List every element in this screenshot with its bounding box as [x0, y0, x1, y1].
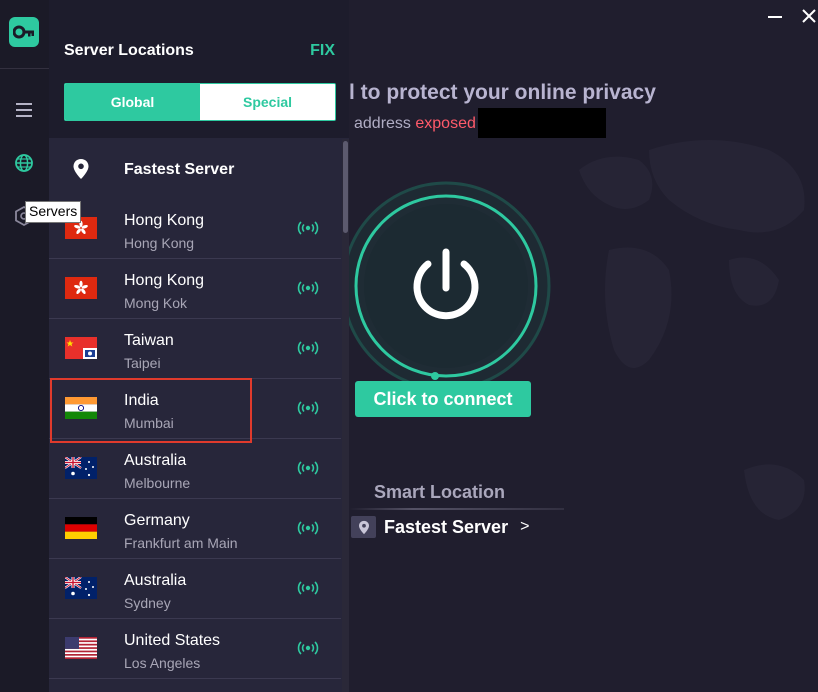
server-city: Mumbai: [124, 415, 174, 431]
server-country: Australia: [124, 572, 187, 589]
server-row[interactable]: India Mumbai: [49, 379, 341, 439]
location-pin-icon: [351, 516, 376, 538]
in-flag-icon: [65, 397, 97, 419]
tab-global[interactable]: Global: [65, 84, 200, 120]
key-icon: [13, 25, 34, 39]
server-city: Sydney: [124, 595, 171, 611]
menu-button[interactable]: [12, 98, 36, 122]
signal-icon: [297, 221, 319, 235]
server-list: Hong Kong Hong Kong Hong Kong Mong Kok T…: [49, 199, 341, 679]
server-city: Mong Kok: [124, 295, 188, 311]
power-button[interactable]: [349, 180, 552, 392]
smart-location-selector[interactable]: Fastest Server >: [351, 516, 529, 538]
rail-divider: [0, 68, 49, 69]
tab-special[interactable]: Special: [200, 84, 335, 120]
smart-server-name: Fastest Server: [384, 516, 509, 537]
server-list-scrollbar[interactable]: [342, 139, 349, 692]
server-country: India: [124, 392, 159, 409]
servers-nav-button[interactable]: [12, 151, 36, 175]
smart-location-label: Smart Location: [374, 482, 506, 502]
scrollbar-thumb[interactable]: [343, 141, 348, 233]
server-city: Frankfurt am Main: [124, 535, 238, 551]
fix-button[interactable]: FIX: [310, 42, 335, 60]
server-country: Australia: [124, 452, 187, 469]
tw-flag-icon: [65, 337, 97, 359]
server-country: Hong Kong: [124, 272, 205, 289]
panel-title: Server Locations: [64, 42, 194, 59]
server-row[interactable]: Hong Kong Mong Kok: [49, 259, 341, 319]
hamburger-icon: [16, 103, 32, 117]
server-city: Taipei: [124, 355, 161, 371]
de-flag-icon: [65, 517, 97, 539]
server-type-tabs: Global Special: [64, 83, 336, 121]
signal-icon: [297, 341, 319, 355]
us-flag-icon: [65, 637, 97, 659]
server-row[interactable]: United States Los Angeles: [49, 619, 341, 679]
au-flag-icon: [65, 577, 97, 599]
server-country: Taiwan: [124, 332, 174, 349]
server-row[interactable]: Taiwan Taipei: [49, 319, 341, 379]
signal-icon: [297, 521, 319, 535]
server-row[interactable]: Australia Melbourne: [49, 439, 341, 499]
smart-location-divider: [349, 508, 564, 510]
signal-icon: [297, 281, 319, 295]
redacted-ip-box: [478, 108, 606, 138]
server-city: Hong Kong: [124, 235, 195, 251]
chevron-right-icon: >: [520, 518, 530, 535]
server-country: United States: [124, 632, 221, 649]
server-row[interactable]: Hong Kong Hong Kong: [49, 199, 341, 259]
server-city: Los Angeles: [124, 655, 201, 671]
fastest-server-label: Fastest Server: [124, 161, 235, 178]
minimize-icon[interactable]: [767, 9, 783, 25]
globe-icon: [15, 154, 33, 172]
server-row[interactable]: Germany Frankfurt am Main: [49, 499, 341, 559]
fastest-server-row[interactable]: Fastest Server: [49, 139, 341, 199]
close-icon[interactable]: [801, 8, 817, 24]
ip-status-line: address exposed: [354, 115, 476, 133]
ip-status-exposed: exposed: [415, 115, 476, 132]
server-country: Hong Kong: [124, 212, 205, 229]
nav-rail: [0, 0, 50, 692]
server-country: Germany: [124, 512, 190, 529]
signal-icon: [297, 401, 319, 415]
signal-icon: [297, 641, 319, 655]
server-row[interactable]: Australia Sydney: [49, 559, 341, 619]
panel-header: Server Locations FIX Global Special: [49, 0, 349, 138]
signal-icon: [297, 581, 319, 595]
privacy-headline: l to protect your online privacy: [349, 81, 656, 104]
connect-button[interactable]: Click to connect: [355, 381, 531, 417]
app-logo: [9, 17, 39, 47]
hk-flag-icon: [65, 277, 97, 299]
ip-prefix: address: [354, 115, 411, 132]
server-city: Melbourne: [124, 475, 191, 491]
location-pin-icon: [73, 159, 89, 179]
servers-tooltip: Servers: [25, 201, 82, 223]
au-flag-icon: [65, 457, 97, 479]
main-area: l to protect your online privacy address…: [349, 0, 818, 692]
server-locations-panel: Server Locations FIX Global Special Fast…: [49, 0, 349, 692]
signal-icon: [297, 461, 319, 475]
